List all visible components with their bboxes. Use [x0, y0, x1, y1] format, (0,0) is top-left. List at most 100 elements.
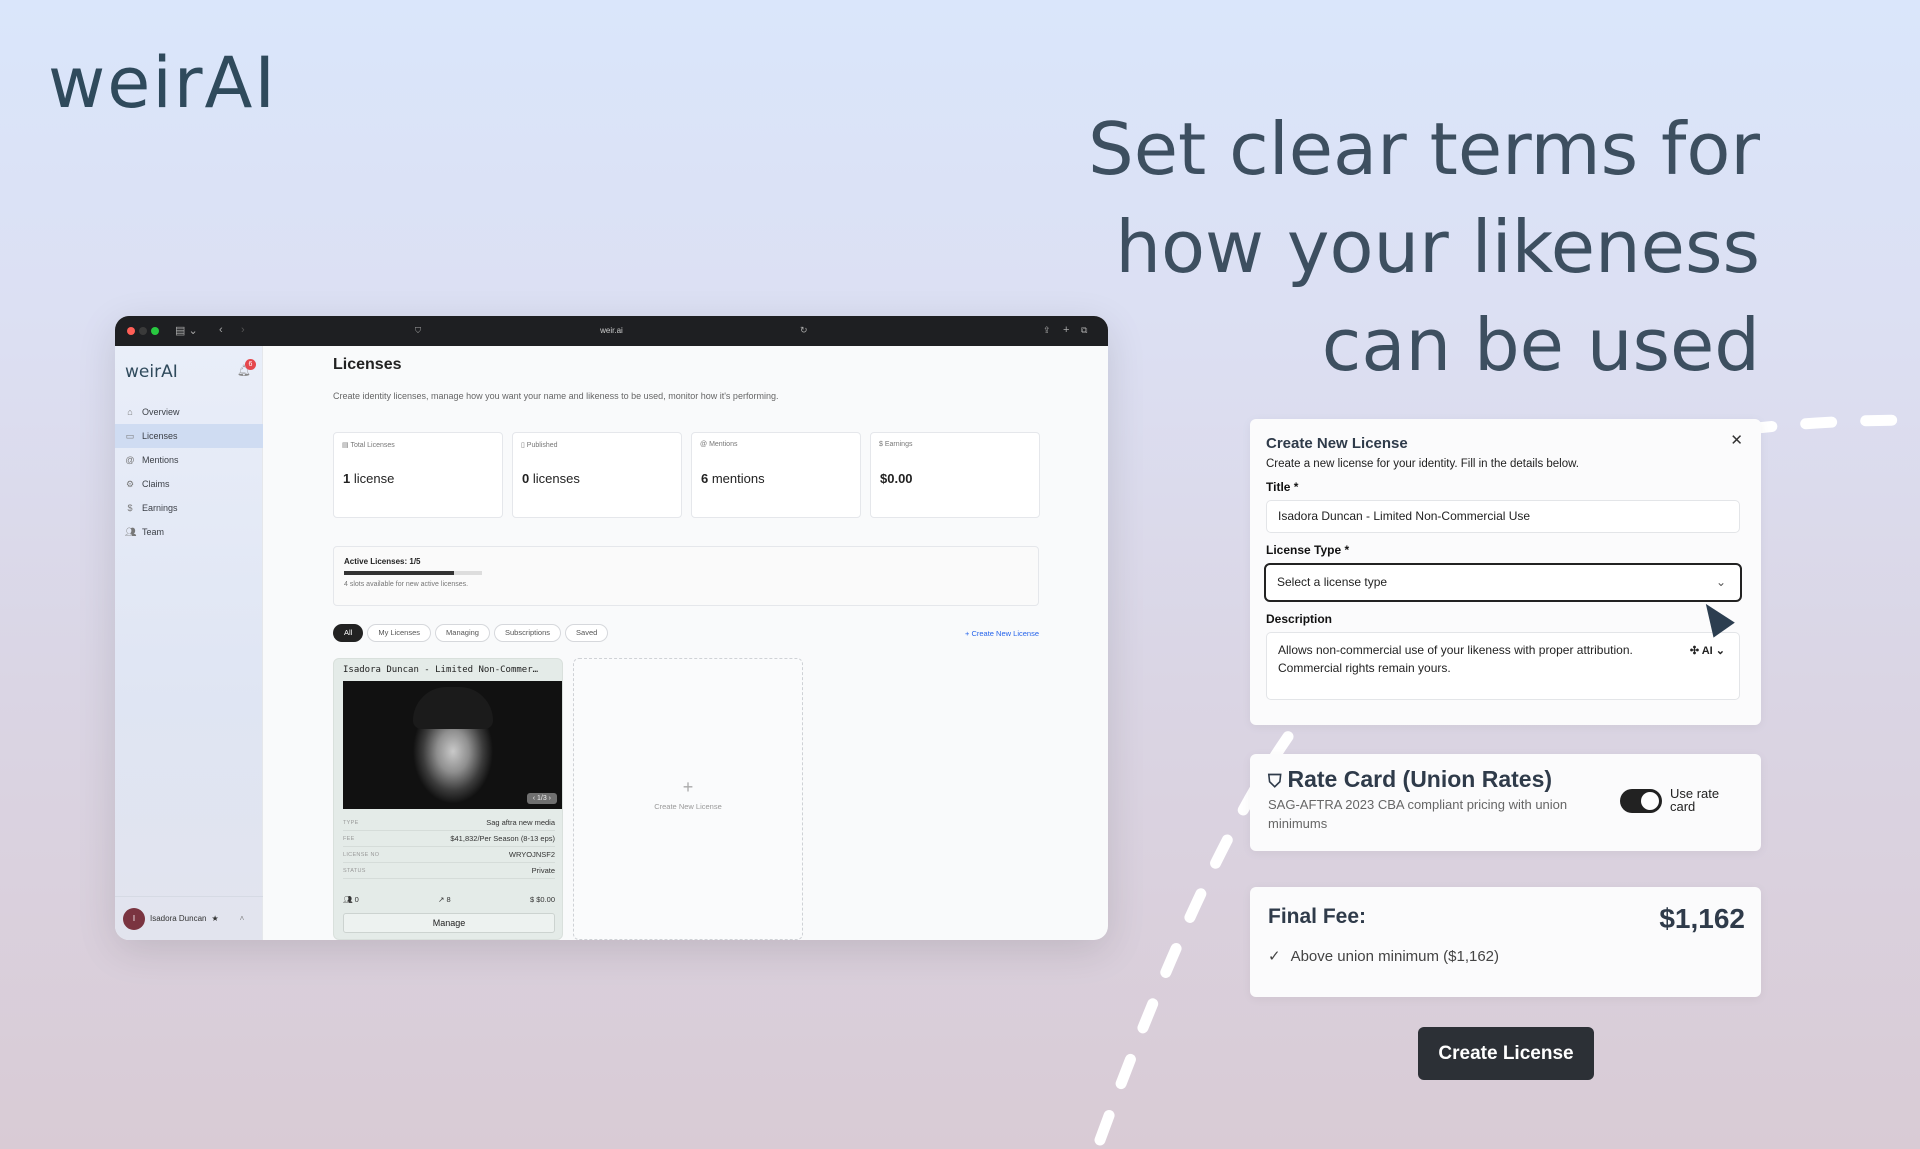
filter-saved[interactable]: Saved [565, 624, 609, 642]
close-window-icon[interactable] [127, 327, 135, 335]
sparkle-icon: ✣ [1689, 645, 1700, 657]
meta-key: TYPE [343, 819, 359, 826]
meta-value: Private [531, 866, 555, 875]
create-new-license-card[interactable]: + Create New License [573, 658, 803, 940]
sidebar-item-label: Claims [142, 479, 170, 489]
main-content: Licenses Create identity licenses, manag… [263, 346, 1108, 940]
sidebar-item-label: Earnings [142, 503, 178, 513]
users-stat: 👥︎ 0 [343, 895, 359, 904]
share-icon[interactable]: ⇪ [1043, 325, 1051, 336]
claims-icon: ⚙ [125, 478, 135, 489]
trend-stat: ↗ 8 [438, 895, 451, 904]
forward-icon[interactable]: › [241, 324, 245, 336]
stats-row: ▤ Total Licenses 1 license ▯ Published 0… [333, 432, 1040, 518]
license-icon: ▭ [125, 430, 135, 441]
meta-row: LICENSE NO WRYOJNSF2 [343, 847, 555, 863]
sidebar-item-mentions[interactable]: @ Mentions [115, 448, 263, 472]
earnings-stat: $ $0.00 [529, 895, 555, 904]
union-minimum-check: ✓ Above union minimum ($1,162) [1268, 948, 1500, 965]
team-icon: 👥︎ [125, 526, 137, 537]
rate-card-panel: ⛉ Rate Card (Union Rates) SAG-AFTRA 2023 … [1250, 754, 1761, 851]
back-icon[interactable]: ‹ [219, 324, 223, 336]
meta-row: STATUS Private [343, 863, 555, 879]
use-rate-card-toggle[interactable] [1620, 789, 1662, 813]
home-icon: ⌂ [127, 407, 133, 417]
avatar: I [123, 907, 145, 930]
minimize-window-icon[interactable] [139, 327, 147, 335]
toggle-knob [1641, 792, 1659, 810]
meta-value: $41,832/Per Season (8-13 eps) [450, 834, 555, 843]
close-icon[interactable]: ✕ [1730, 431, 1743, 449]
sidebar-item-label: Overview [142, 407, 180, 417]
dollar-icon: $ [529, 895, 535, 904]
sidebar-item-label: Mentions [142, 455, 179, 465]
check-icon: ✓ [1268, 948, 1281, 965]
address-bar[interactable]: weir.ai [600, 326, 623, 335]
sidebar-toggle-icon[interactable]: ▤ ⌄ [175, 324, 198, 337]
filter-managing[interactable]: Managing [435, 624, 490, 642]
sidebar-item-label: Team [142, 527, 165, 537]
stat-label: @ Mentions [700, 441, 738, 448]
stat-value: 6 mentions [701, 471, 765, 486]
filter-subscriptions[interactable]: Subscriptions [493, 624, 562, 642]
stat-value: 1 license [343, 471, 395, 486]
sidebar-item-overview[interactable]: ⌂ Overview [115, 400, 263, 424]
create-license-button[interactable]: Create License [1418, 1027, 1594, 1080]
filter-all[interactable]: All [333, 624, 364, 642]
stat-card-earnings: $ Earnings $0.00 [870, 432, 1040, 518]
filter-my-licenses[interactable]: My Licenses [367, 624, 432, 642]
user-menu[interactable]: I Isadora Duncan ★ ˄ [115, 896, 263, 940]
meta-value: WRYOJNSF2 [508, 850, 555, 859]
sidebar-item-team[interactable]: 👥︎ Team [115, 520, 263, 544]
trend-icon: ↗ [438, 895, 445, 904]
create-new-license-link[interactable]: + Create New License [965, 629, 1039, 638]
license-card-stats: 👥︎ 0 ↗ 8 $ $0.00 [343, 895, 555, 904]
photo-pager[interactable]: ‹ 1/3 › [526, 793, 557, 804]
meta-key: STATUS [343, 867, 366, 874]
reload-icon[interactable]: ↻ [800, 325, 808, 336]
meta-key: FEE [343, 835, 355, 842]
stat-card-published: ▯ Published 0 licenses [512, 432, 682, 518]
license-type-select[interactable]: Select a license type ⌄ [1264, 563, 1742, 602]
final-fee-amount: $1,162 [1659, 903, 1745, 934]
manage-button[interactable]: Manage [343, 913, 555, 933]
ai-assist-button[interactable]: ✣ AI ⌄ [1690, 642, 1725, 660]
user-name: Isadora Duncan [150, 914, 207, 923]
dialog-title: Create New License [1266, 435, 1408, 452]
license-meta: TYPE Sag aftra new media FEE $41,832/Per S… [343, 815, 555, 879]
sidebar-nav: ⌂ Overview ▭ Licenses @ Mentions ⚙ Claims $ E… [115, 400, 263, 544]
dollar-icon: $ [127, 503, 133, 513]
stat-card-mentions: @ Mentions 6 mentions [691, 432, 861, 518]
plus-icon: + [682, 777, 694, 797]
new-tab-icon[interactable]: + [1063, 324, 1069, 336]
brand-logo: weirAI [48, 42, 278, 124]
sidebar-item-licenses[interactable]: ▭ Licenses [115, 424, 263, 448]
headline-line-3: can be used [1321, 303, 1760, 387]
dialog-subtitle: Create a new license for your identity. … [1266, 458, 1579, 470]
title-field[interactable]: Isadora Duncan - Limited Non-Commercial … [1266, 500, 1740, 533]
users-icon: 👥︎ [343, 895, 353, 904]
progress-fill [344, 571, 455, 575]
sidebar-logo: weirAI [125, 362, 178, 382]
license-type-placeholder: Select a license type [1277, 575, 1388, 589]
stat-label: $ Earnings [879, 441, 913, 448]
headline: Set clear terms for how your likeness ca… [1000, 100, 1760, 394]
star-icon: ★ [211, 914, 219, 923]
browser-toolbar: ▤ ⌄ ‹ › ⛉ weir.ai ↻ ⇪ + ⧉ [115, 316, 1108, 346]
description-field[interactable]: Allows non-commercial use of your likene… [1266, 632, 1740, 700]
sidebar-item-earnings[interactable]: $ Earnings [115, 496, 263, 520]
page-title: Licenses [333, 356, 402, 373]
license-type-label: License Type * [1266, 543, 1350, 557]
sidebar-item-label: Licenses [142, 431, 178, 441]
title-label: Title * [1266, 480, 1299, 494]
sidebar-item-claims[interactable]: ⚙ Claims [115, 472, 263, 496]
active-licenses-progress [344, 571, 482, 575]
app-sidebar: weirAI 🔔︎ 6 ⌂ Overview ▭ Licenses @ Mention… [115, 346, 263, 940]
license-card[interactable]: Isadora Duncan - Limited Non-Commer… ‹ 1… [333, 658, 563, 940]
browser-window: ▤ ⌄ ‹ › ⛉ weir.ai ↻ ⇪ + ⧉ weirAI 🔔︎ 6 ⌂ O… [115, 316, 1108, 940]
tabs-overview-icon[interactable]: ⧉ [1081, 325, 1087, 336]
page-subtitle: Create identity licenses, manage how you… [333, 391, 779, 401]
description-label: Description [1266, 612, 1333, 626]
maximize-window-icon[interactable] [151, 327, 159, 335]
at-icon: @ [125, 455, 135, 465]
